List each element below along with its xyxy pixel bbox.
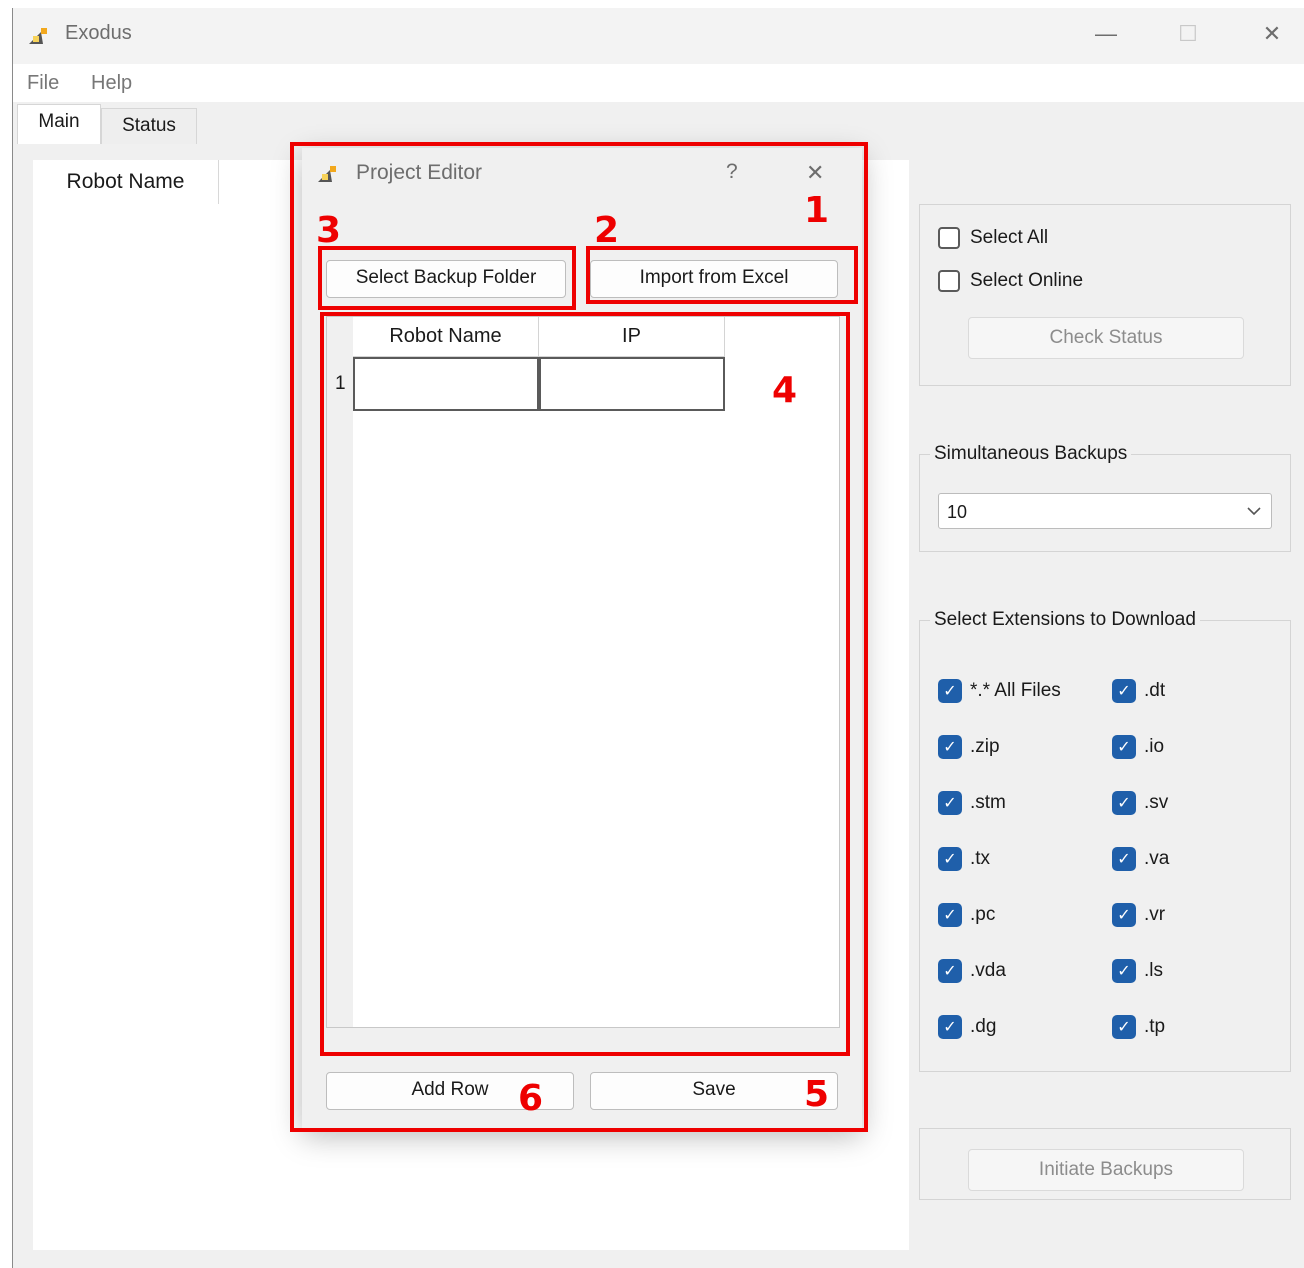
select-all-label: Select All (970, 227, 1049, 248)
extension-label: .dt (1144, 680, 1166, 701)
robot-name-column-header: Robot Name (33, 160, 219, 204)
title-bar: Exodus — ☐ ✕ (13, 8, 1304, 64)
tab-status[interactable]: Status (101, 108, 197, 144)
annotation-box-table (320, 312, 850, 1056)
simultaneous-backups-select[interactable]: 10 (938, 493, 1272, 529)
minimize-button[interactable]: — (1083, 14, 1129, 54)
menu-file[interactable]: File (27, 64, 59, 102)
extension-label: .tp (1144, 1016, 1166, 1037)
extension-checkbox[interactable]: ✓ (1112, 679, 1136, 703)
simultaneous-backups-group: Simultaneous Backups 10 (919, 443, 1291, 552)
extension-label: .pc (970, 904, 996, 925)
extension-checkbox[interactable]: ✓ (1112, 1015, 1136, 1039)
extensions-group: Select Extensions to Download ✓ *.* All F… (919, 609, 1291, 1072)
tab-main[interactable]: Main (17, 104, 101, 144)
extensions-title: Select Extensions to Download (930, 609, 1200, 631)
annotation-number-6: 6 (518, 1078, 544, 1119)
extension-label: .io (1144, 736, 1165, 757)
annotation-box-import (586, 246, 858, 304)
close-button[interactable]: ✕ (1249, 14, 1295, 54)
annotation-number-4: 4 (772, 370, 798, 411)
extension-checkbox[interactable]: ✓ (1112, 791, 1136, 815)
extension-checkbox[interactable]: ✓ (938, 903, 962, 927)
annotation-number-2: 2 (594, 210, 620, 251)
check-status-button[interactable]: Check Status (968, 317, 1244, 359)
initiate-backups-button[interactable]: Initiate Backups (968, 1149, 1244, 1191)
extension-label: .vda (970, 960, 1006, 981)
extension-checkbox[interactable]: ✓ (1112, 735, 1136, 759)
extension-label: .dg (970, 1016, 997, 1037)
select-group: Select All Select Online Check Status (919, 204, 1291, 386)
extension-checkbox[interactable]: ✓ (1112, 959, 1136, 983)
extension-checkbox[interactable]: ✓ (1112, 903, 1136, 927)
annotation-number-5: 5 (804, 1074, 830, 1115)
extension-label: .sv (1144, 792, 1169, 813)
extension-checkbox[interactable]: ✓ (938, 735, 962, 759)
extension-checkbox[interactable]: ✓ (1112, 847, 1136, 871)
annotation-number-3: 3 (316, 210, 342, 251)
extension-label: .vr (1144, 904, 1166, 925)
extension-label: .tx (970, 848, 991, 869)
extension-checkbox[interactable]: ✓ (938, 959, 962, 983)
menu-help[interactable]: Help (91, 64, 132, 102)
menu-bar: File Help (13, 64, 1304, 102)
extension-checkbox[interactable]: ✓ (938, 791, 962, 815)
extension-label: .va (1144, 848, 1170, 869)
extension-label: .ls (1144, 960, 1163, 981)
chevron-down-icon (1247, 507, 1261, 516)
extension-checkbox[interactable]: ✓ (938, 1015, 962, 1039)
simultaneous-backups-title: Simultaneous Backups (930, 443, 1132, 465)
annotation-number-1: 1 (804, 190, 830, 231)
select-online-checkbox[interactable] (938, 270, 960, 292)
app-icon (29, 28, 47, 44)
extension-label: .zip (970, 736, 1000, 757)
annotation-box-select-folder (318, 246, 576, 310)
initiate-group: Initiate Backups (919, 1128, 1291, 1200)
extension-checkbox[interactable]: ✓ (938, 679, 962, 703)
maximize-button[interactable]: ☐ (1165, 14, 1211, 54)
extension-checkbox[interactable]: ✓ (938, 847, 962, 871)
window-title: Exodus (65, 22, 132, 44)
select-all-checkbox[interactable] (938, 227, 960, 249)
select-online-label: Select Online (970, 270, 1084, 291)
extension-label: *.* All Files (970, 680, 1061, 701)
extension-label: .stm (970, 792, 1006, 813)
simultaneous-backups-value: 10 (947, 502, 968, 522)
